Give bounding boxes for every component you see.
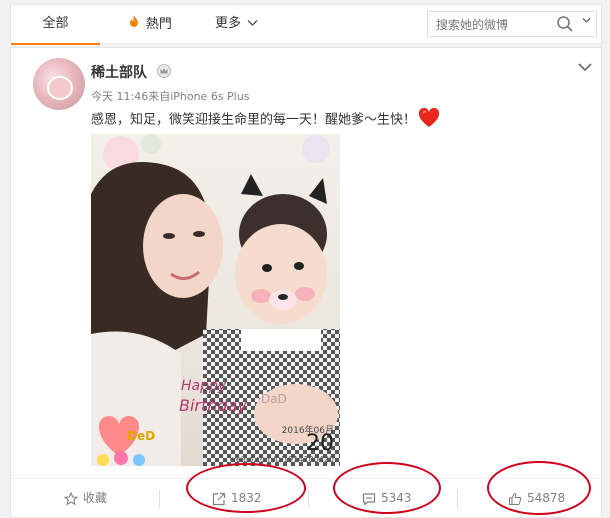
divider <box>159 490 160 508</box>
post-photo[interactable]: Happy Birthday DaD DeD 2016年06月 20 weibo… <box>91 134 340 466</box>
search-box <box>427 11 597 37</box>
sticker-happy: Happy <box>181 378 227 394</box>
tab-all[interactable]: 全部 <box>11 5 100 45</box>
heart-icon <box>418 107 440 132</box>
post-text: 感恩，知足，微笑迎接生命里的每一天！醒她爹～生快！ <box>91 107 440 132</box>
sticker-ded: DeD <box>127 429 156 443</box>
sticker-dad: DaD <box>261 392 287 406</box>
star-icon <box>63 491 79 505</box>
divider <box>308 490 309 508</box>
top-nav-bar: 全部 熱門 更多 <box>10 4 602 45</box>
tab-more-label: 更多 <box>215 16 242 31</box>
tab-hot-label: 熱門 <box>145 17 172 32</box>
chevron-down-icon <box>244 19 258 30</box>
post-menu-chevron-icon[interactable] <box>577 58 593 72</box>
photo-illustration <box>91 134 340 466</box>
photo-day-stamp: 20 <box>306 431 334 456</box>
search-input[interactable] <box>434 14 568 36</box>
weibo-post-card: 稀土部队 今天 11:46来自iPhone 6s Plus 感恩，知足，微笑迎接… <box>10 47 602 518</box>
favorite-button[interactable]: 收藏 <box>63 479 108 518</box>
tab-more[interactable]: 更多 <box>215 5 258 43</box>
divider <box>457 490 458 508</box>
sticker-birthday: Birthday <box>179 396 247 415</box>
crown-icon <box>157 63 171 78</box>
tab-hot[interactable]: 熱門 <box>128 5 172 43</box>
annotation-circle-share <box>186 463 306 513</box>
post-meta: 今天 11:46来自iPhone 6s Plus <box>91 90 250 103</box>
search-icon[interactable] <box>556 15 574 33</box>
flame-icon <box>128 15 144 31</box>
avatar[interactable] <box>33 58 85 110</box>
annotation-circle-comment <box>333 462 441 514</box>
post-text-body: 感恩，知足，微笑迎接生命里的每一天！醒她爹～生快！ <box>91 112 417 128</box>
author-name[interactable]: 稀土部队 <box>91 62 147 82</box>
search-dropdown-icon[interactable] <box>582 16 591 27</box>
favorite-label: 收藏 <box>83 491 108 505</box>
annotation-circle-like <box>487 461 591 515</box>
